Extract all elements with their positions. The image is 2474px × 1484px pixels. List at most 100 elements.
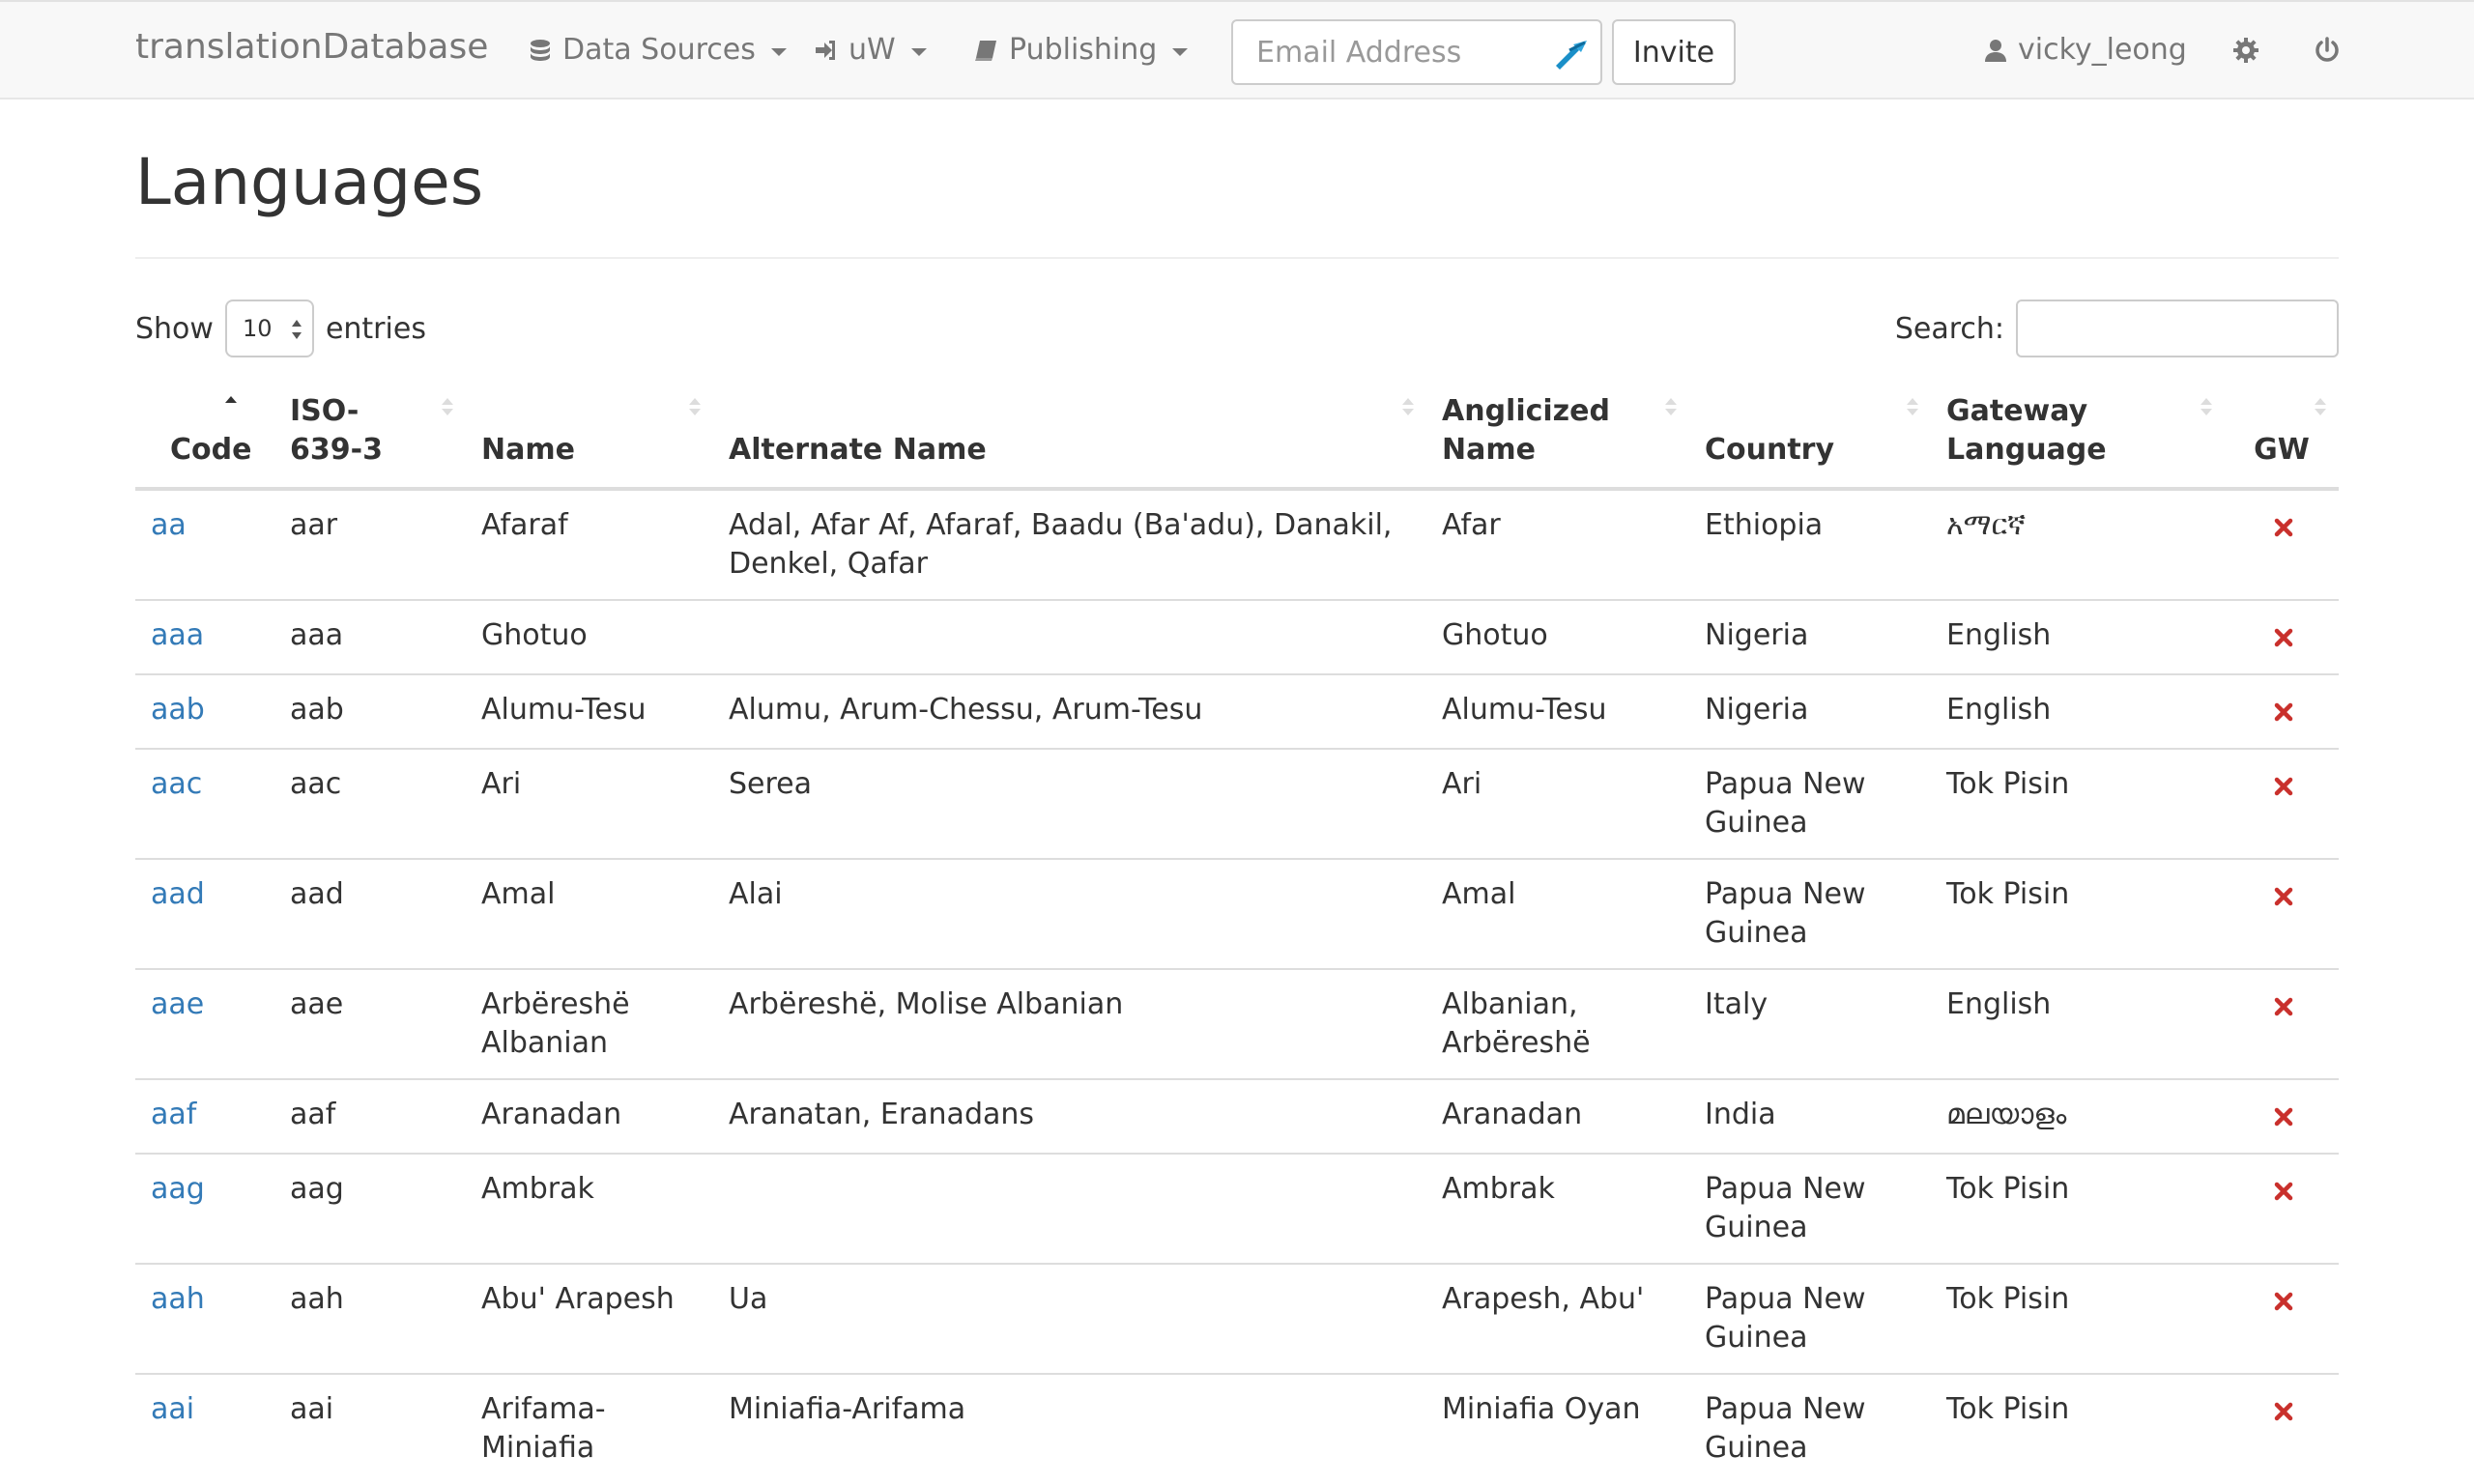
- column-header-639-3[interactable]: ISO- 639-3: [274, 383, 466, 491]
- cell-name-text: Alumu-Tesu: [481, 693, 647, 727]
- table-row: aag aag Ambrak Ambrak Papua New Guinea Tok Pi…: [135, 1153, 2339, 1264]
- table-row: aab aab Alumu-Tesu Alumu, Arum-Chessu, Arum…: [135, 673, 2339, 749]
- search-input[interactable]: [2016, 300, 2339, 357]
- column-header-line2: Language: [1946, 433, 2107, 467]
- cell-code: aah: [135, 1263, 274, 1374]
- password-manager-icon[interactable]: [1552, 37, 1591, 70]
- cell-iso-text: aag: [290, 1172, 344, 1206]
- cell-iso: aad: [274, 858, 466, 969]
- power-icon[interactable]: [2314, 37, 2341, 64]
- column-header-code[interactable]: Code: [135, 383, 274, 491]
- cell-alt-text: Serea: [729, 767, 813, 801]
- table-row: aae aae Arbëreshë Albanian Arbëreshë, Molis…: [135, 968, 2339, 1079]
- remove-icon: [2274, 1402, 2293, 1421]
- page-length-select[interactable]: 10: [224, 300, 314, 357]
- language-code-link[interactable]: aae: [151, 987, 204, 1021]
- cell-code: aad: [135, 858, 274, 969]
- cell-anglicized-text: Aranadan: [1442, 1098, 1583, 1131]
- language-code-link[interactable]: aaa: [151, 618, 204, 652]
- cell-alt-text: Alumu, Arum-Chessu, Arum-Tesu: [729, 693, 1203, 727]
- cell-name-text: Aranadan: [481, 1098, 622, 1131]
- language-code-link[interactable]: aai: [151, 1392, 194, 1426]
- invite-button[interactable]: Invite: [1612, 19, 1736, 85]
- table-body: aa aar Afaraf Adal, Afar Af, Afaraf, Baadu …: [135, 488, 2339, 1484]
- column-header-country[interactable]: Country: [1689, 383, 1931, 491]
- cell-alt: Aranatan, Eranadans: [713, 1078, 1426, 1154]
- email-input[interactable]: [1233, 21, 1542, 83]
- cell-iso: aaf: [274, 1078, 466, 1154]
- cell-anglicized-text: Amal: [1442, 877, 1516, 911]
- sort-both-icon: [2315, 398, 2326, 415]
- column-header-name[interactable]: Anglicized Name: [1426, 383, 1689, 491]
- table-row: aac aac Ari Serea Ari Papua New Guinea Tok Pis…: [135, 748, 2339, 859]
- cell-gw: [2225, 968, 2339, 1079]
- cell-name-text: Abu' Arapesh: [481, 1282, 675, 1316]
- search-label: Search:: [1894, 311, 2004, 346]
- gear-icon[interactable]: [2232, 37, 2259, 64]
- cell-name-text: Arifama-Miniafia: [481, 1392, 606, 1465]
- column-header-alternate-name[interactable]: Alternate Name: [713, 383, 1426, 491]
- book-icon: [975, 40, 996, 61]
- chevron-down-icon: [1172, 47, 1189, 56]
- column-header-line1: [729, 392, 1411, 431]
- cell-anglicized: Aranadan: [1426, 1078, 1689, 1154]
- cell-alt: Alai: [713, 858, 1426, 969]
- cell-iso-text: aai: [290, 1392, 334, 1426]
- chevron-down-icon: [910, 47, 927, 56]
- cell-gateway-text: Tok Pisin: [1946, 877, 2070, 911]
- cell-gateway: አማርኛ: [1931, 488, 2225, 600]
- cell-country: Ethiopia: [1689, 488, 1931, 600]
- brand-link[interactable]: translationDatabase: [135, 27, 488, 67]
- cell-country-text: Papua New Guinea: [1705, 1392, 1866, 1465]
- table-row: aad aad Amal Alai Amal Papua New Guinea Tok Pi…: [135, 858, 2339, 969]
- cell-alt: Ua: [713, 1263, 1426, 1374]
- cell-anglicized: Arapesh, Abu': [1426, 1263, 1689, 1374]
- sort-both-icon: [2201, 398, 2212, 415]
- cell-name: Alumu-Tesu: [466, 673, 713, 749]
- cell-anglicized-text: Ghotuo: [1442, 618, 1548, 652]
- language-code-link[interactable]: aac: [151, 767, 202, 801]
- cell-anglicized: Ambrak: [1426, 1153, 1689, 1264]
- cell-code: aae: [135, 968, 274, 1079]
- cell-code: aaf: [135, 1078, 274, 1154]
- cell-country-text: Ethiopia: [1705, 508, 1824, 542]
- nav-publishing[interactable]: Publishing: [974, 33, 1189, 67]
- cell-gw: [2225, 488, 2339, 600]
- cell-gateway-text: English: [1946, 618, 2052, 652]
- language-code-link[interactable]: aab: [151, 693, 205, 727]
- page-length-value: 10: [242, 315, 273, 342]
- language-code-link[interactable]: aaf: [151, 1098, 196, 1131]
- cell-country: Italy: [1689, 968, 1931, 1079]
- language-code-link[interactable]: aad: [151, 877, 205, 911]
- cell-country: Papua New Guinea: [1689, 1263, 1931, 1374]
- cell-iso-text: aac: [290, 767, 342, 801]
- cell-gateway-text: മലയാളം: [1946, 1098, 2067, 1131]
- remove-icon: [2274, 777, 2293, 796]
- column-header-line1: [1705, 392, 1915, 431]
- invite-email-field: [1231, 19, 1602, 85]
- cell-anglicized: Alumu-Tesu: [1426, 673, 1689, 749]
- cell-name: Aranadan: [466, 1078, 713, 1154]
- cell-name: Ghotuo: [466, 599, 713, 674]
- language-code-link[interactable]: aa: [151, 508, 187, 542]
- header-divider: [135, 257, 2339, 259]
- column-header-language[interactable]: Gateway Language: [1931, 383, 2225, 491]
- sort-both-icon: [1665, 398, 1677, 415]
- cell-gateway: Tok Pisin: [1931, 1373, 2225, 1484]
- cell-alt: [713, 599, 1426, 674]
- language-code-link[interactable]: aag: [151, 1172, 205, 1206]
- cell-code: aa: [135, 488, 274, 600]
- column-header-line2: GW: [2254, 433, 2310, 467]
- cell-country-text: India: [1705, 1098, 1776, 1131]
- language-code-link[interactable]: aah: [151, 1282, 205, 1316]
- user-menu[interactable]: vicky_leong: [1983, 33, 2187, 67]
- cell-gateway-text: Tok Pisin: [1946, 1172, 2070, 1206]
- cell-name: Ambrak: [466, 1153, 713, 1264]
- cell-country: Nigeria: [1689, 673, 1931, 749]
- column-header-gw[interactable]: GW: [2225, 383, 2339, 491]
- column-header-name[interactable]: Name: [466, 383, 713, 491]
- nav-uw[interactable]: uW: [814, 33, 927, 67]
- remove-icon: [2274, 518, 2293, 537]
- nav-data-sources[interactable]: Data Sources: [528, 33, 787, 67]
- sort-ascending-icon: [225, 396, 237, 403]
